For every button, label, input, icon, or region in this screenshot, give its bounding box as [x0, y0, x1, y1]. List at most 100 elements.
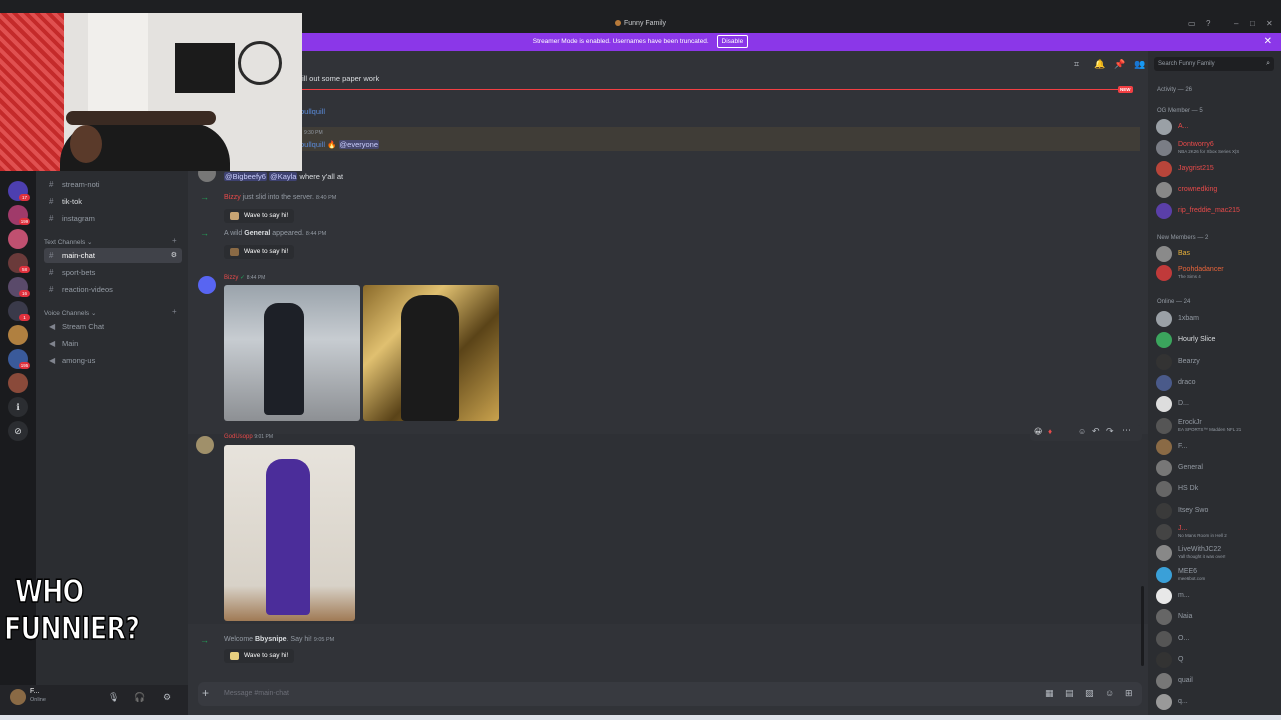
- message-author[interactable]: bullquill: [300, 107, 325, 116]
- server-icon[interactable]: [8, 325, 28, 345]
- voice-channel-main[interactable]: ◀ Main: [44, 336, 182, 351]
- discover-icon[interactable]: ⊘: [8, 421, 28, 441]
- member-item[interactable]: Q: [1156, 650, 1278, 668]
- mention[interactable]: @Bigbeefy6: [224, 172, 267, 181]
- apps-icon[interactable]: ⊞: [1125, 688, 1133, 699]
- forward-icon[interactable]: ↷: [1106, 426, 1114, 437]
- member-item[interactable]: Naia: [1156, 607, 1278, 626]
- inbox-icon[interactable]: ▭: [1188, 19, 1196, 28]
- channel-instagram[interactable]: # instagram: [44, 211, 182, 226]
- member-item[interactable]: Bas: [1156, 244, 1278, 262]
- reaction-icon[interactable]: 😀: [1034, 427, 1042, 436]
- category-voice-channels[interactable]: Voice Channels ⌄: [44, 309, 96, 317]
- member-item[interactable]: HS Dk: [1156, 479, 1278, 498]
- headphones-icon[interactable]: 🎧: [134, 692, 145, 703]
- message-author[interactable]: GodUsopp: [224, 434, 253, 440]
- channel-stream-noti[interactable]: # stream-noti: [44, 177, 182, 192]
- image-attachment[interactable]: [224, 445, 355, 621]
- avatar[interactable]: [196, 436, 214, 454]
- message-author[interactable]: General: [244, 230, 270, 237]
- reaction-icon[interactable]: ♦: [1048, 427, 1052, 436]
- channel-tik-tok[interactable]: # tik-tok: [44, 194, 182, 209]
- mention[interactable]: @everyone: [338, 140, 380, 149]
- sticker-icon[interactable]: ▧: [1085, 688, 1094, 699]
- close-icon[interactable]: ✕: [1264, 33, 1272, 51]
- member-item[interactable]: 1xbam: [1156, 309, 1278, 327]
- member-item[interactable]: Hourly Slice: [1156, 330, 1278, 349]
- channel-main-chat[interactable]: # main-chat ⚙: [44, 248, 182, 263]
- member-activity: Yall thought it was over!: [1178, 554, 1226, 560]
- bell-icon[interactable]: 🔔: [1094, 59, 1105, 70]
- wave-button[interactable]: Wave to say hi!: [224, 209, 295, 223]
- add-reaction-icon[interactable]: ☺: [1078, 427, 1086, 436]
- member-item[interactable]: LiveWithJC22 Yall thought it was over!: [1156, 543, 1278, 562]
- category-text-channels[interactable]: Text Channels ⌄: [44, 238, 92, 246]
- member-item[interactable]: crownedking: [1156, 180, 1278, 198]
- member-item[interactable]: D...: [1156, 394, 1278, 413]
- activity-header[interactable]: Activity — 26: [1157, 87, 1192, 93]
- close-window-button[interactable]: ✕: [1266, 19, 1273, 28]
- server-icon[interactable]: [8, 229, 28, 249]
- emoji-icon[interactable]: ☺: [1105, 688, 1114, 698]
- wave-button[interactable]: Wave to say hi!: [224, 245, 295, 259]
- message-author[interactable]: Bizzy: [224, 275, 238, 281]
- help-icon[interactable]: ?: [1206, 19, 1210, 28]
- new-messages-divider: [300, 89, 1128, 90]
- member-item[interactable]: rip_freddie_mac215: [1156, 201, 1278, 219]
- attach-plus-icon[interactable]: +: [202, 686, 209, 700]
- search-input[interactable]: Search Funny Family ⌕: [1154, 57, 1274, 71]
- member-item[interactable]: Itsey Swo: [1156, 501, 1278, 519]
- avatar[interactable]: [198, 276, 216, 294]
- settings-icon[interactable]: ⚙: [171, 248, 177, 263]
- member-item[interactable]: A...: [1156, 117, 1278, 135]
- join-arrow-icon: →: [200, 635, 209, 645]
- member-item[interactable]: ErockJr EA SPORTS™ Madden NFL 21: [1156, 416, 1278, 434]
- message-author[interactable]: Bizzy: [224, 194, 241, 201]
- pin-icon[interactable]: 📌: [1114, 59, 1125, 70]
- microphone-icon[interactable]: 🎙: [108, 692, 119, 703]
- member-item[interactable]: F...: [1156, 437, 1278, 455]
- gear-icon[interactable]: ⚙: [163, 692, 171, 703]
- more-icon[interactable]: ⋯: [1122, 425, 1131, 436]
- channel-reaction-videos[interactable]: # reaction-videos: [44, 282, 182, 297]
- message-input[interactable]: + Message #main-chat ▦ ▤ ▧ ☺ ⊞: [198, 682, 1142, 706]
- gif-icon[interactable]: ▤: [1065, 688, 1074, 699]
- server-icon[interactable]: [8, 373, 28, 393]
- member-item[interactable]: draco: [1156, 373, 1278, 391]
- avatar: [1156, 673, 1172, 690]
- message-author[interactable]: Bbysnipe: [255, 636, 287, 643]
- mention[interactable]: @Kayla: [269, 172, 298, 181]
- member-item[interactable]: Jaygrist215: [1156, 159, 1278, 177]
- reply-icon[interactable]: ↶: [1092, 426, 1100, 437]
- channel-sport-bets[interactable]: # sport-bets: [44, 265, 182, 280]
- member-list-icon[interactable]: 👥: [1134, 59, 1145, 70]
- member-item[interactable]: quail: [1156, 671, 1278, 690]
- image-attachment[interactable]: [224, 285, 360, 421]
- add-channel-icon[interactable]: +: [172, 307, 177, 316]
- member-item[interactable]: Dontworry6 NBA 2K26 for Xbox Series X|S: [1156, 138, 1278, 156]
- wave-button[interactable]: Wave to say hi!: [224, 649, 295, 663]
- info-icon[interactable]: ℹ: [8, 397, 28, 417]
- member-item[interactable]: Poohdadancer The Sims 4: [1156, 263, 1278, 281]
- maximize-button[interactable]: □: [1250, 19, 1255, 28]
- member-item[interactable]: MEE6 mee6bot.com: [1156, 565, 1278, 583]
- member-item[interactable]: J... No Mans Room in Hell 2: [1156, 522, 1278, 540]
- member-item[interactable]: Bearzy: [1156, 352, 1278, 370]
- avatar[interactable]: [10, 689, 26, 705]
- gift-icon[interactable]: ▦: [1045, 688, 1054, 699]
- minimize-button[interactable]: –: [1234, 19, 1238, 28]
- disable-button[interactable]: Disable: [716, 35, 749, 48]
- member-item[interactable]: m...: [1156, 586, 1278, 604]
- threads-icon[interactable]: ⌗: [1074, 59, 1079, 70]
- scrollbar[interactable]: [1141, 586, 1144, 666]
- member-item[interactable]: General: [1156, 458, 1278, 477]
- avatar: [1156, 246, 1172, 262]
- voice-channel-among-us[interactable]: ◀ among-us: [44, 353, 182, 368]
- message-author[interactable]: bullquill: [300, 140, 325, 149]
- person-figure: [401, 295, 459, 421]
- member-item[interactable]: O...: [1156, 629, 1278, 647]
- add-channel-icon[interactable]: +: [172, 236, 177, 245]
- member-item[interactable]: q...: [1156, 692, 1278, 711]
- voice-channel-stream-chat[interactable]: ◀ Stream Chat: [44, 319, 182, 334]
- image-attachment[interactable]: [363, 285, 499, 421]
